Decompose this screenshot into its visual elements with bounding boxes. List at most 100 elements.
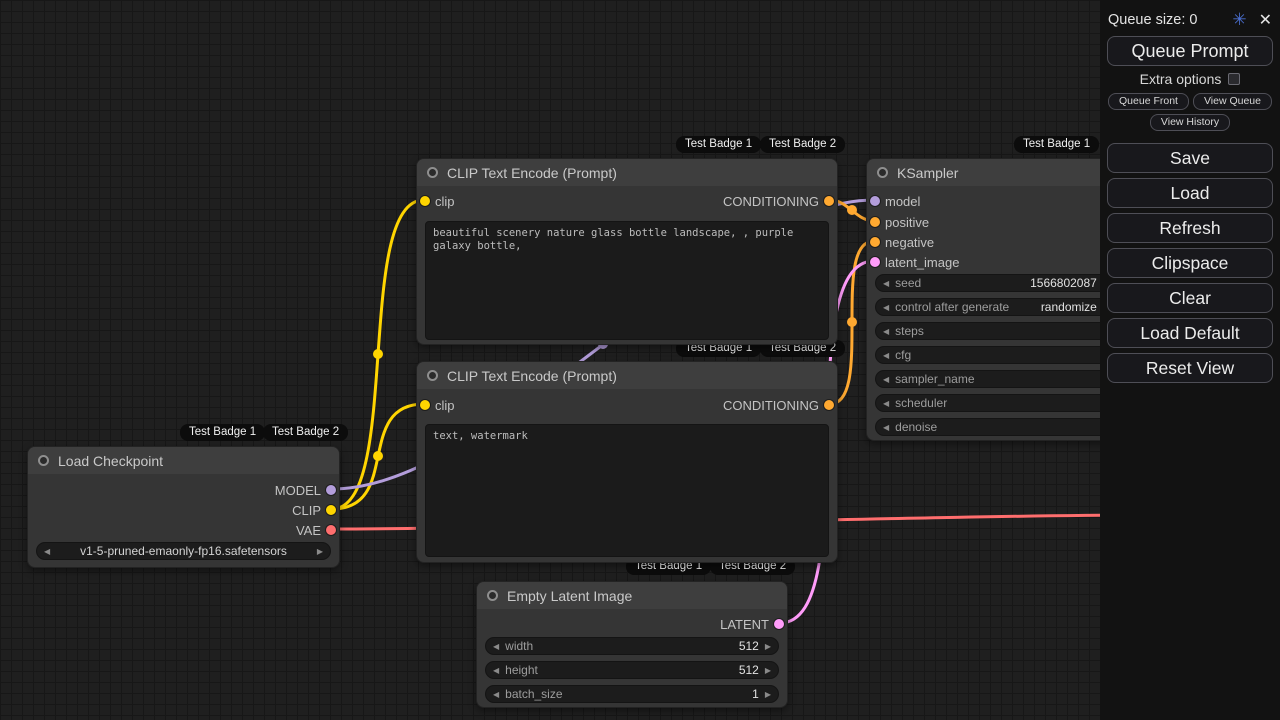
positive-input-dot[interactable] — [870, 217, 880, 227]
clip-input-dot[interactable] — [420, 196, 430, 206]
node-title-bar[interactable]: KSampler — [867, 159, 1125, 186]
input-slot-negative: negative — [867, 232, 1125, 252]
vae-output-dot[interactable] — [326, 525, 336, 535]
decrement-arrow-icon[interactable]: ◀ — [883, 423, 889, 432]
decrement-arrow-icon[interactable]: ◀ — [493, 642, 499, 651]
node-collapse-dot[interactable] — [427, 167, 438, 178]
widget-value: randomize — [1041, 300, 1097, 314]
load-button[interactable]: Load — [1107, 178, 1273, 208]
view-queue-button[interactable]: View Queue — [1193, 93, 1272, 110]
widget-label: scheduler — [895, 396, 947, 410]
seed-widget[interactable]: ◀ seed 1566802087 ▶ — [875, 274, 1117, 292]
positive-prompt-textarea[interactable]: beautiful scenery nature glass bottle la… — [425, 221, 829, 340]
widget-value: v1-5-pruned-emaonly-fp16.safetensors — [56, 544, 311, 558]
close-icon[interactable]: ✕ — [1259, 10, 1272, 30]
decrement-arrow-icon[interactable]: ◀ — [883, 279, 889, 288]
prev-arrow-icon[interactable]: ◀ — [44, 547, 50, 556]
widget-label: steps — [895, 324, 924, 338]
scheduler-widget[interactable]: ◀ scheduler ▶ — [875, 394, 1117, 412]
node-clip-text-encode-negative[interactable]: CLIP Text Encode (Prompt) clip CONDITION… — [416, 361, 838, 563]
negative-prompt-textarea[interactable]: text, watermark — [425, 424, 829, 557]
clipspace-button[interactable]: Clipspace — [1107, 248, 1273, 278]
node-collapse-dot[interactable] — [427, 370, 438, 381]
increment-arrow-icon[interactable]: ▶ — [765, 642, 771, 651]
node-clip-text-encode-positive[interactable]: CLIP Text Encode (Prompt) clip CONDITION… — [416, 158, 838, 345]
denoise-widget[interactable]: ◀ denoise ▶ — [875, 418, 1117, 436]
node-load-checkpoint[interactable]: Load Checkpoint MODEL CLIP VAE ◀ v1-5-pr… — [27, 446, 340, 568]
widget-value: 1 — [752, 687, 759, 701]
model-output-dot[interactable] — [326, 485, 336, 495]
latent-output-dot[interactable] — [774, 619, 784, 629]
node-collapse-dot[interactable] — [877, 167, 888, 178]
widget-label: denoise — [895, 420, 937, 434]
decrement-arrow-icon[interactable]: ◀ — [883, 351, 889, 360]
queue-actions-row: Queue Front View Queue — [1106, 93, 1274, 110]
node-collapse-dot[interactable] — [38, 455, 49, 466]
node-title-bar[interactable]: CLIP Text Encode (Prompt) — [417, 159, 837, 186]
model-input-dot[interactable] — [870, 196, 880, 206]
node-collapse-dot[interactable] — [487, 590, 498, 601]
sampler-name-widget[interactable]: ◀ sampler_name ▶ — [875, 370, 1117, 388]
node-ksampler[interactable]: KSampler model positive negative latent_… — [866, 158, 1126, 441]
latent-input-dot[interactable] — [870, 257, 880, 267]
node-empty-latent-image[interactable]: Empty Latent Image LATENT ◀ width 512 ▶ … — [476, 581, 788, 708]
output-slot-clip: CLIP — [28, 500, 339, 520]
widget-label: batch_size — [505, 687, 562, 701]
widget-label: height — [505, 663, 538, 677]
increment-arrow-icon[interactable]: ▶ — [765, 690, 771, 699]
widget-value: 512 — [739, 663, 759, 677]
decrement-arrow-icon[interactable]: ◀ — [883, 399, 889, 408]
extra-options-label: Extra options — [1140, 71, 1222, 87]
node-title: CLIP Text Encode (Prompt) — [447, 165, 617, 181]
settings-icon[interactable]: ✳ — [1232, 10, 1246, 30]
node-title-bar[interactable]: Load Checkpoint — [28, 447, 339, 474]
widget-label: control after generate — [895, 300, 1009, 314]
extra-options-row: Extra options — [1106, 71, 1274, 87]
queue-front-button[interactable]: Queue Front — [1108, 93, 1189, 110]
view-history-button[interactable]: View History — [1150, 114, 1230, 131]
ckpt-name-widget[interactable]: ◀ v1-5-pruned-emaonly-fp16.safetensors ▶ — [36, 542, 331, 560]
slot-label: LATENT — [720, 617, 769, 632]
batch-size-widget[interactable]: ◀ batch_size 1 ▶ — [485, 685, 779, 703]
slot-label: MODEL — [275, 483, 321, 498]
link-midpoint-dot — [373, 451, 383, 461]
input-slot-positive: positive — [867, 212, 1125, 232]
clip-input-dot[interactable] — [420, 400, 430, 410]
load-default-button[interactable]: Load Default — [1107, 318, 1273, 348]
extra-options-checkbox[interactable] — [1228, 73, 1240, 85]
conditioning-output-dot[interactable] — [824, 400, 834, 410]
history-row: View History — [1106, 114, 1274, 131]
decrement-arrow-icon[interactable]: ◀ — [883, 303, 889, 312]
node-title-bar[interactable]: CLIP Text Encode (Prompt) — [417, 362, 837, 389]
node-badge: Test Badge 1 — [676, 136, 761, 153]
widget-label: width — [505, 639, 533, 653]
slot-label: model — [885, 194, 920, 209]
negative-input-dot[interactable] — [870, 237, 880, 247]
slot-row: clip CONDITIONING — [417, 191, 837, 211]
next-arrow-icon[interactable]: ▶ — [317, 547, 323, 556]
decrement-arrow-icon[interactable]: ◀ — [493, 690, 499, 699]
steps-widget[interactable]: ◀ steps ▶ — [875, 322, 1117, 340]
save-button[interactable]: Save — [1107, 143, 1273, 173]
conditioning-output-dot[interactable] — [824, 196, 834, 206]
reset-view-button[interactable]: Reset View — [1107, 353, 1273, 383]
slot-label: CONDITIONING — [723, 194, 819, 209]
decrement-arrow-icon[interactable]: ◀ — [493, 666, 499, 675]
refresh-button[interactable]: Refresh — [1107, 213, 1273, 243]
width-widget[interactable]: ◀ width 512 ▶ — [485, 637, 779, 655]
increment-arrow-icon[interactable]: ▶ — [765, 666, 771, 675]
decrement-arrow-icon[interactable]: ◀ — [883, 327, 889, 336]
slot-label: positive — [885, 215, 929, 230]
clear-button[interactable]: Clear — [1107, 283, 1273, 313]
decrement-arrow-icon[interactable]: ◀ — [883, 375, 889, 384]
cfg-widget[interactable]: ◀ cfg ▶ — [875, 346, 1117, 364]
queue-prompt-button[interactable]: Queue Prompt — [1107, 36, 1273, 66]
clip-output-dot[interactable] — [326, 505, 336, 515]
node-title-bar[interactable]: Empty Latent Image — [477, 582, 787, 609]
node-badge: Test Badge 1 — [180, 424, 265, 441]
output-slot-vae: VAE — [28, 520, 339, 540]
height-widget[interactable]: ◀ height 512 ▶ — [485, 661, 779, 679]
slot-row: clip CONDITIONING — [417, 395, 837, 415]
input-slot-model: model — [867, 191, 1125, 211]
control-after-generate-widget[interactable]: ◀ control after generate randomize ▶ — [875, 298, 1117, 316]
